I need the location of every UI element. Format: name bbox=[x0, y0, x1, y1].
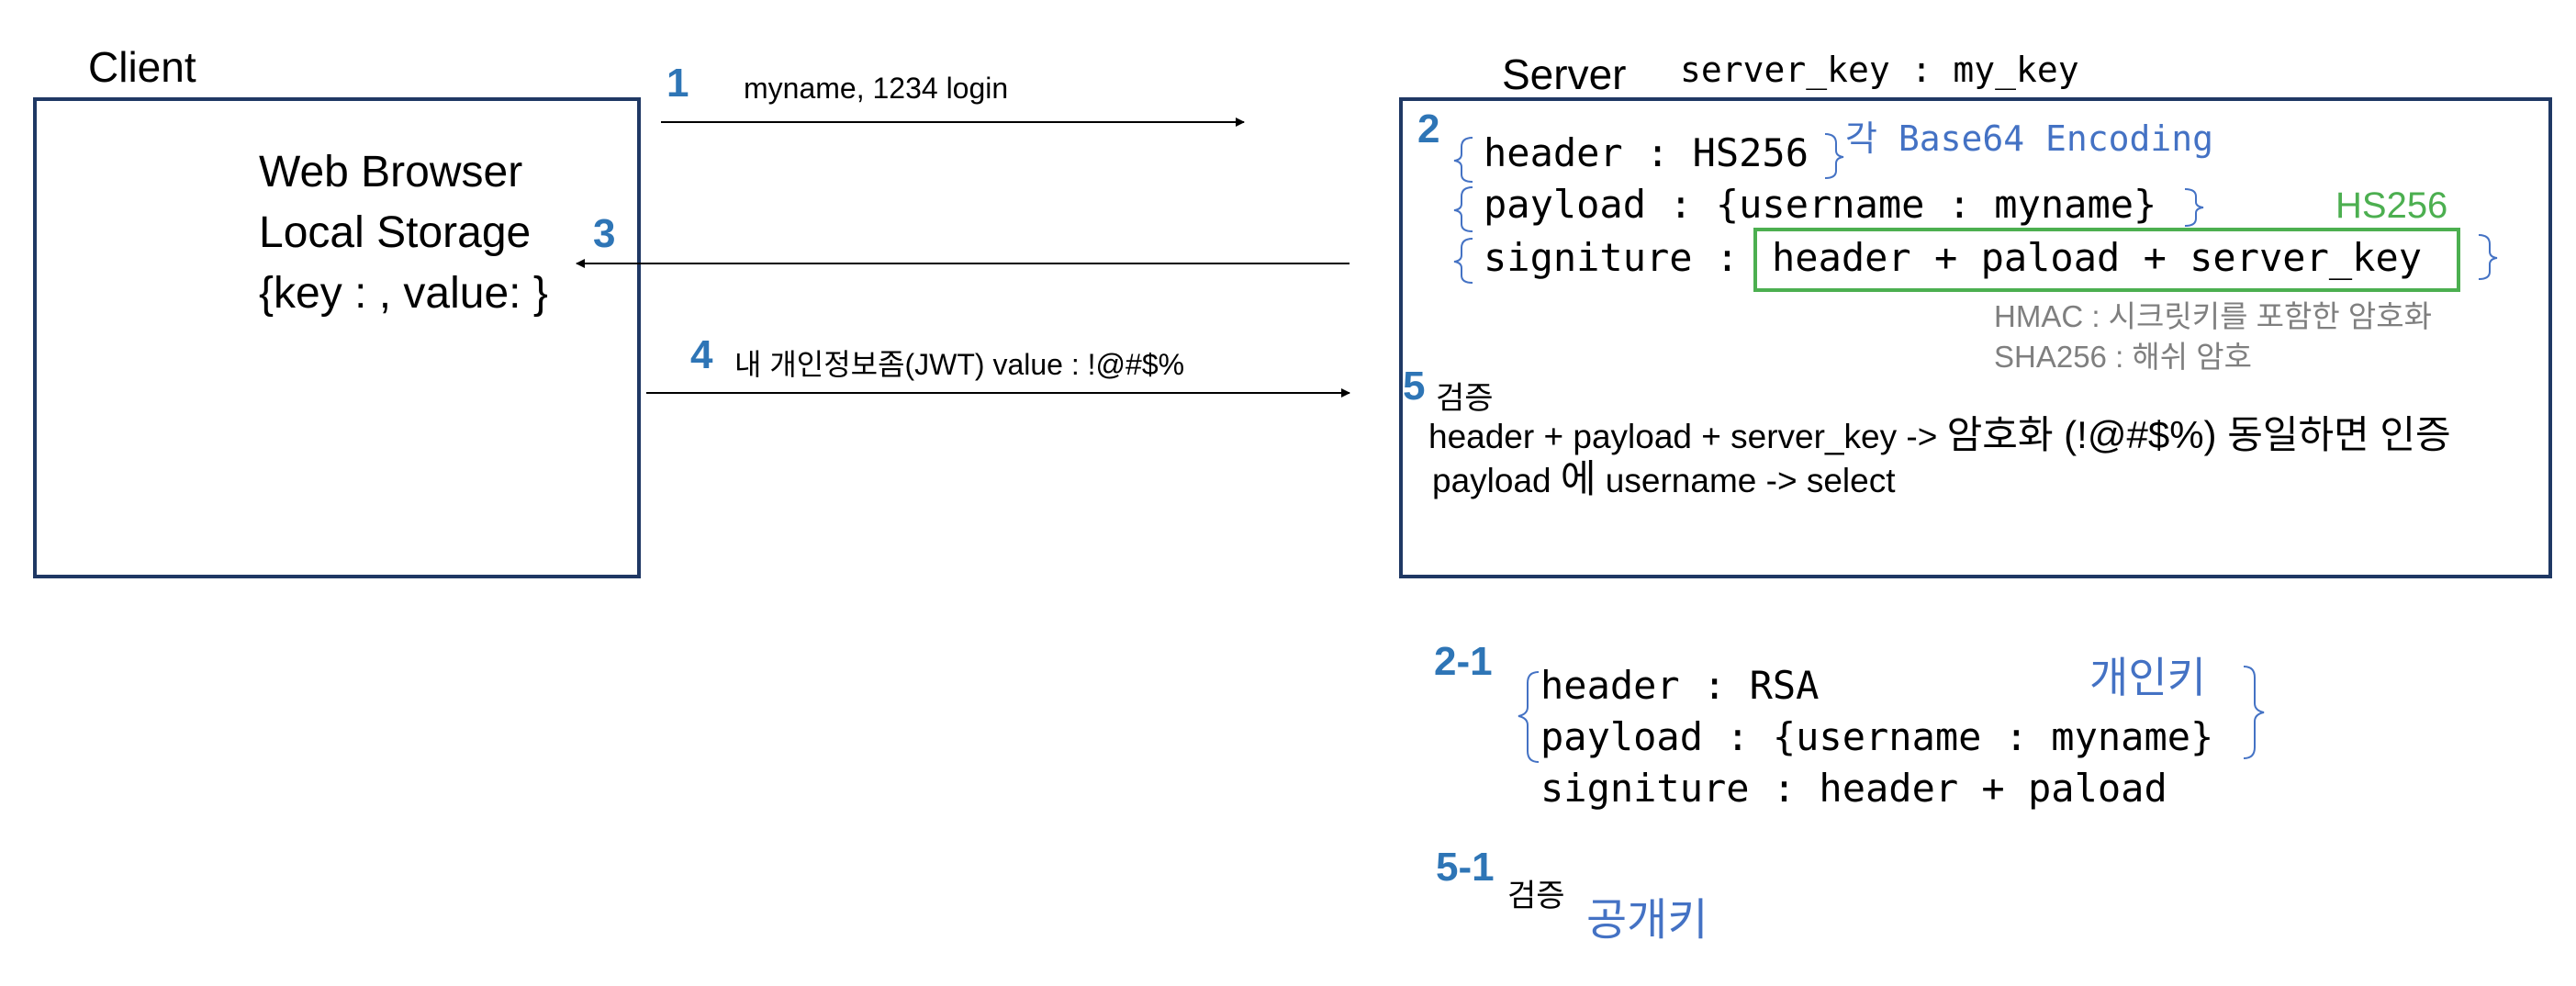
jwt-header-hs256: header : HS256 bbox=[1484, 130, 1809, 175]
hs256-algorithm-note: HS256 bbox=[2335, 185, 2448, 226]
rsa-signature: signiture : header + paload bbox=[1540, 766, 2167, 811]
step-1-number: 1 bbox=[666, 61, 689, 106]
right-brace-payload bbox=[2184, 188, 2204, 227]
jwt-signature-label: signiture : bbox=[1484, 235, 1740, 280]
private-key-note: 개인키 bbox=[2089, 654, 2206, 701]
step-5-1-label: 검증 bbox=[1507, 879, 1565, 913]
step-2-number: 2 bbox=[1417, 106, 1440, 151]
step-5-number: 5 bbox=[1403, 364, 1426, 409]
right-brace-signature bbox=[2478, 234, 2498, 280]
step-4-number: 4 bbox=[690, 332, 713, 377]
sha256-note: SHA256 : 해쉬 암호 bbox=[1994, 340, 2253, 374]
verify-line-1-result: 암호화 (!@#$%) 동일하면 인증 bbox=[1946, 413, 2451, 456]
rsa-header: header : RSA bbox=[1540, 663, 1820, 708]
jwt-payload: payload : {username : myname} bbox=[1484, 182, 2157, 227]
public-key-note: 공개키 bbox=[1586, 896, 1708, 945]
verify-line-2-select: username -> select bbox=[1596, 462, 1896, 499]
hmac-note: HMAC : 시크릿키를 포함한 암호화 bbox=[1994, 299, 2432, 333]
step-5-1-number: 5-1 bbox=[1436, 845, 1495, 890]
left-brace-payload bbox=[1453, 186, 1473, 232]
right-brace-header bbox=[1824, 133, 1844, 179]
step-1-text: myname, 1234 login bbox=[744, 72, 1009, 105]
rsa-payload: payload : {username : myname} bbox=[1540, 714, 2214, 759]
step-2-1-number: 2-1 bbox=[1434, 639, 1493, 684]
step-4-text: 내 개인정보좀(JWT) value : !@#$% bbox=[734, 348, 1185, 381]
step-3-number: 3 bbox=[593, 211, 616, 256]
left-brace-signature bbox=[1453, 238, 1473, 284]
left-brace-rsa bbox=[1518, 671, 1540, 763]
base64-encoding-note: 각 Base64 Encoding bbox=[1845, 118, 2214, 159]
left-brace-header bbox=[1453, 137, 1473, 183]
jwt-signature-formula: header + paload + server_key bbox=[1772, 235, 2423, 280]
verify-line-2-payload: payload bbox=[1432, 462, 1561, 499]
verify-line-2: payload 에 username -> select bbox=[1432, 448, 1896, 504]
right-brace-rsa bbox=[2243, 666, 2265, 759]
verify-line-2-particle: 에 bbox=[1560, 457, 1596, 500]
